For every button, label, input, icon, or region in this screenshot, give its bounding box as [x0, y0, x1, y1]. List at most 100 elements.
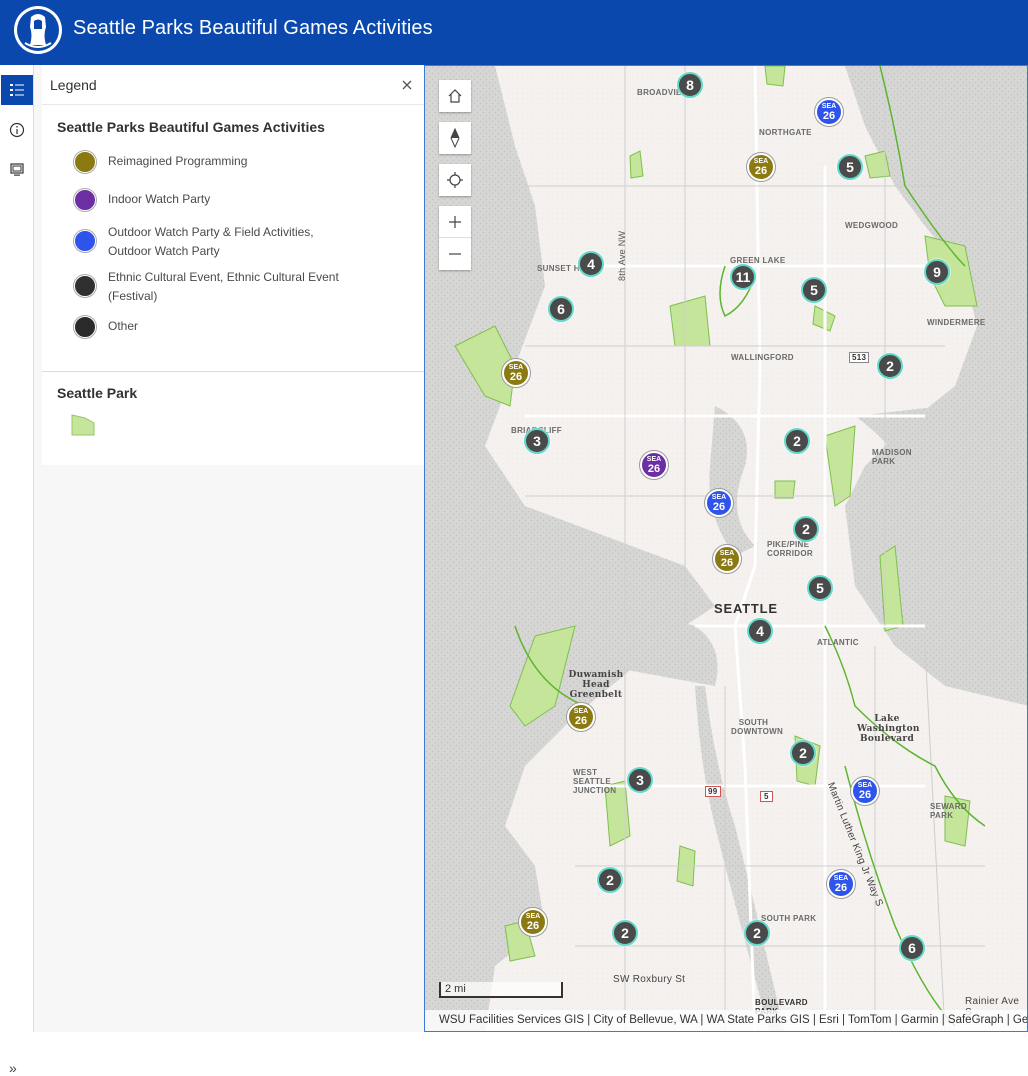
cluster-marker[interactable]: 2: [744, 920, 770, 946]
zoom-out-button[interactable]: [439, 238, 471, 270]
indoor-watch-party-marker[interactable]: SEA 26: [640, 451, 668, 479]
place-label: SEATTLE: [714, 601, 778, 616]
map-view[interactable]: BROADVIEW NORTHGATE WEDGWOOD GREEN LAKE …: [424, 65, 1028, 1032]
app-header: Seattle Parks Beautiful Games Activities: [0, 0, 1028, 65]
locate-icon: [447, 172, 463, 188]
legend-label: Indoor Watch Party: [108, 192, 211, 206]
app-title: Seattle Parks Beautiful Games Activities: [73, 17, 433, 39]
outdoor-watch-party-symbol: [74, 230, 96, 252]
cluster-marker[interactable]: 4: [747, 618, 773, 644]
pin-number: 26: [834, 881, 848, 894]
cluster-marker[interactable]: 5: [837, 154, 863, 180]
legend-button[interactable]: [1, 75, 33, 105]
pin-number: 26: [647, 462, 661, 475]
other-symbol: [74, 316, 96, 338]
panel-header: Legend: [42, 65, 424, 105]
panel-title: Legend: [50, 77, 97, 93]
zoom-in-button[interactable]: [439, 206, 471, 238]
pin-number: 26: [526, 919, 540, 932]
cluster-marker[interactable]: 3: [524, 428, 550, 454]
cluster-marker[interactable]: 2: [784, 428, 810, 454]
place-label: SEWARD PARK: [930, 802, 967, 820]
ethnic-cultural-event-symbol: [74, 275, 96, 297]
cluster-marker[interactable]: 8: [677, 72, 703, 98]
highway-shield: 99: [705, 786, 721, 797]
indoor-watch-party-symbol: [74, 189, 96, 211]
locate-button[interactable]: [439, 164, 471, 196]
cluster-marker[interactable]: 2: [597, 867, 623, 893]
basemap-gallery-icon: [10, 163, 24, 176]
pin-number: 26: [574, 714, 588, 727]
highway-shield: 513: [849, 352, 870, 363]
outdoor-watch-party-marker[interactable]: SEA 26: [851, 777, 879, 805]
expand-panel-button[interactable]: »: [9, 1060, 17, 1076]
pin-number: 26: [720, 556, 734, 569]
pin-number: 26: [754, 164, 768, 177]
pin-number: 26: [509, 370, 523, 383]
cluster-marker[interactable]: 2: [790, 740, 816, 766]
home-button[interactable]: [439, 80, 471, 112]
info-button[interactable]: [1, 115, 33, 145]
outdoor-watch-party-marker[interactable]: SEA 26: [827, 870, 855, 898]
reimagined-programming-marker[interactable]: SEA 26: [519, 908, 547, 936]
home-icon: [448, 89, 462, 103]
cluster-marker[interactable]: 4: [578, 251, 604, 277]
close-icon[interactable]: [400, 78, 414, 92]
legend-label: Outdoor Watch Party & Field Activities, …: [108, 225, 314, 258]
place-label: WEDGWOOD: [845, 221, 899, 230]
seattle-logo-icon: [14, 6, 62, 54]
cluster-marker[interactable]: 2: [612, 920, 638, 946]
reimagined-programming-marker[interactable]: SEA 26: [567, 703, 595, 731]
highway-shield: 5: [760, 791, 773, 802]
minus-icon: [449, 253, 461, 255]
street-label: SW Roxbury St: [613, 974, 686, 985]
scale-label: 2 mi: [445, 983, 466, 995]
reimagined-programming-marker[interactable]: SEA 26: [713, 545, 741, 573]
place-label: MADISON PARK: [872, 448, 912, 466]
compass-icon: [450, 128, 460, 148]
action-bar: »: [0, 65, 34, 1076]
pin-number: 26: [712, 500, 726, 513]
place-label: Duwamish Head Greenbelt: [568, 670, 624, 700]
cluster-marker[interactable]: 5: [807, 575, 833, 601]
info-icon: [9, 122, 25, 138]
scale-bar: 2 mi: [439, 982, 563, 998]
street-label: 8th Ave NW: [617, 230, 627, 281]
outdoor-watch-party-marker[interactable]: SEA 26: [815, 98, 843, 126]
reimagined-programming-marker[interactable]: SEA 26: [747, 153, 775, 181]
reimagined-programming-marker[interactable]: SEA 26: [502, 359, 530, 387]
pin-number: 26: [822, 109, 836, 122]
place-label: PIKE/PINE CORRIDOR: [767, 540, 813, 558]
cluster-marker[interactable]: 11: [730, 264, 756, 290]
legend-label: Other: [108, 319, 139, 333]
place-label: Lake Washington Boulevard: [857, 714, 920, 744]
zoom-controls: [439, 206, 471, 270]
place-label: SOUTH DOWNTOWN: [731, 718, 784, 736]
place-label: NORTHGATE: [759, 128, 812, 137]
cluster-marker[interactable]: 3: [627, 767, 653, 793]
cluster-marker[interactable]: 6: [548, 296, 574, 322]
pin-number: 26: [858, 788, 872, 801]
outdoor-watch-party-marker[interactable]: SEA 26: [705, 489, 733, 517]
legend-layer-title: Seattle Parks Beautiful Games Activities: [57, 119, 325, 135]
cluster-marker[interactable]: 5: [801, 277, 827, 303]
place-label: WALLINGFORD: [731, 353, 794, 362]
cluster-marker[interactable]: 6: [899, 935, 925, 961]
legend-icon: [10, 84, 24, 96]
legend-content: Legend Seattle Parks Beautiful Games Act…: [42, 65, 424, 465]
legend-panel: Legend Seattle Parks Beautiful Games Act…: [34, 65, 424, 1032]
cluster-marker[interactable]: 2: [877, 353, 903, 379]
basemap-button[interactable]: [1, 155, 33, 185]
legend-label: Reimagined Programming: [108, 154, 248, 168]
legend-divider: [42, 371, 424, 372]
place-label: WINDERMERE: [927, 318, 986, 327]
legend-label: Ethnic Cultural Event, Ethnic Cultural E…: [108, 270, 339, 303]
compass-button[interactable]: [439, 122, 471, 154]
reimagined-programming-symbol: [74, 151, 96, 173]
map-attribution: WSU Facilities Services GIS | City of Be…: [425, 1010, 1027, 1031]
place-label: SOUTH PARK: [761, 914, 817, 923]
cluster-marker[interactable]: 9: [924, 259, 950, 285]
park-polygon-symbol: [71, 414, 95, 436]
cluster-marker[interactable]: 2: [793, 516, 819, 542]
park-layer-title: Seattle Park: [57, 385, 138, 401]
